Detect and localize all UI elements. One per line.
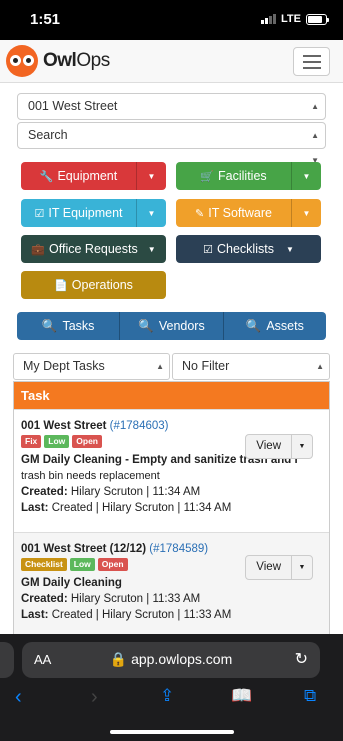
task-item[interactable]: 001 West Street (#1784603) Fix Low Open …: [14, 409, 329, 531]
it-software-dropdown-toggle[interactable]: ▼: [292, 199, 321, 227]
previous-tab-peek[interactable]: [0, 642, 14, 678]
task-item[interactable]: 001 West Street (12/12) (#1784589) Check…: [14, 532, 329, 640]
caret-down-icon: ▼: [298, 563, 306, 571]
caret-down-icon: ▼: [302, 208, 311, 218]
brand-name: OwlOps: [43, 50, 110, 71]
task-created: Created: Hilary Scruton | 11:34 AM: [21, 486, 201, 498]
it-equipment-dropdown-toggle[interactable]: ▼: [137, 199, 166, 227]
facilities-button-group: 🛒 Facilities ▼: [176, 162, 321, 190]
view-button-group: View ▼: [245, 555, 313, 580]
operations-button[interactable]: 📄 Operations: [21, 271, 166, 299]
wrench-icon: 🔧: [39, 170, 54, 183]
status-time: 1:51: [30, 11, 61, 28]
cellular-signal-icon: [261, 14, 277, 24]
equipment-button[interactable]: 🔧 Equipment: [21, 162, 137, 190]
it-equipment-button[interactable]: ☑ IT Equipment: [21, 199, 137, 227]
back-icon[interactable]: ‹: [15, 686, 22, 709]
view-button[interactable]: View: [246, 435, 292, 458]
priority-badge: Low: [44, 435, 70, 448]
task-last-activity: Last: Created | Hilary Scruton | 11:34 A…: [21, 502, 232, 514]
address-bar[interactable]: AA 🔒 app.owlops.com ↻: [22, 642, 320, 678]
it-software-button[interactable]: ✎ IT Software: [176, 199, 292, 227]
cart-icon: 🛒: [200, 170, 215, 183]
facilities-dropdown-toggle[interactable]: ▼: [292, 162, 321, 190]
share-icon[interactable]: ⇪: [160, 686, 174, 706]
battery-icon: [306, 13, 329, 25]
browser-chrome: AA 🔒 app.owlops.com ↻ ‹ › ⇪ 📖 ⧉: [0, 634, 343, 741]
search-icon: 🔍: [41, 318, 58, 333]
search-icon: 🔍: [245, 318, 262, 333]
hamburger-icon: [302, 54, 321, 57]
task-panel-heading: Task: [14, 382, 329, 409]
location-select[interactable]: 001 West Street ▲▼: [17, 93, 326, 136]
browser-toolbar: ‹ › ⇪ 📖 ⧉: [0, 686, 343, 716]
equipment-button-group: 🔧 Equipment ▼: [21, 162, 166, 190]
tab-tasks[interactable]: 🔍 Tasks: [17, 312, 121, 340]
caret-down-icon: ▼: [147, 244, 156, 254]
search-icon: 🔍: [138, 318, 154, 333]
checkbox-icon: ☑: [203, 243, 213, 256]
view-dropdown-toggle[interactable]: ▼: [292, 556, 312, 579]
task-number-link[interactable]: (#1784603): [110, 420, 169, 432]
checklists-button-group: ☑ Checklists ▼: [176, 235, 321, 263]
task-last-activity: Last: Created | Hilary Scruton | 11:33 A…: [21, 609, 232, 621]
task-created: Created: Hilary Scruton | 11:33 AM: [21, 593, 201, 605]
it-equipment-button-group: ☑ IT Equipment ▼: [21, 199, 166, 227]
department-filter-select[interactable]: My Dept Tasks ▲▼: [13, 353, 170, 396]
document-icon: 📄: [54, 279, 68, 292]
bookmarks-icon[interactable]: 📖: [231, 686, 252, 706]
caret-down-icon: ▼: [298, 442, 306, 450]
office-requests-button-group: 💼 Office Requests ▼: [21, 235, 166, 263]
view-dropdown-toggle[interactable]: ▼: [292, 435, 312, 458]
url-text: 🔒 app.owlops.com: [109, 651, 233, 667]
status-badge: Open: [97, 558, 128, 571]
task-panel: Task 001 West Street (#1784603) Fix Low …: [13, 381, 330, 641]
checkbox-icon: ☑: [34, 207, 45, 220]
type-badge: Checklist: [21, 558, 67, 571]
type-badge: Fix: [21, 435, 42, 448]
task-location: 001 West Street (#1784603): [21, 420, 169, 432]
forward-icon[interactable]: ›: [91, 686, 98, 709]
caret-down-icon: ▼: [147, 208, 156, 218]
pencil-icon: ✎: [195, 207, 205, 220]
office-requests-button[interactable]: 💼 Office Requests ▼: [21, 235, 166, 263]
tab-assets[interactable]: 🔍 Assets: [223, 312, 326, 340]
operations-button-group: 📄 Operations: [21, 271, 166, 299]
menu-toggle-button[interactable]: [293, 47, 330, 76]
view-button-group: View ▼: [245, 434, 313, 459]
search-select[interactable]: Search ▲ ▼: [17, 122, 326, 165]
task-number-link[interactable]: (#1784589): [149, 543, 208, 555]
tabs-icon[interactable]: ⧉: [304, 686, 316, 706]
status-indicators: LTE: [261, 13, 329, 25]
tab-vendors[interactable]: 🔍 Vendors: [120, 312, 224, 340]
caret-down-icon: ▼: [302, 171, 311, 181]
priority-badge: Low: [69, 558, 95, 571]
caret-down-icon: ▼: [147, 171, 156, 181]
view-tabs: 🔍 Tasks 🔍 Vendors 🔍 Assets: [17, 312, 326, 340]
it-software-button-group: ✎ IT Software ▼: [176, 199, 321, 227]
view-button[interactable]: View: [246, 556, 292, 579]
facilities-button[interactable]: 🛒 Facilities: [176, 162, 292, 190]
lock-icon: 🔒: [109, 651, 128, 667]
home-indicator: [110, 730, 234, 734]
owl-logo-icon: [6, 45, 38, 77]
briefcase-icon: 💼: [31, 243, 46, 256]
checklists-button[interactable]: ☑ Checklists ▼: [176, 235, 321, 263]
equipment-dropdown-toggle[interactable]: ▼: [137, 162, 166, 190]
task-description: trash bin needs replacement: [21, 470, 160, 482]
app-header: OwlOps: [0, 40, 343, 83]
status-filter-select[interactable]: No Filter ▲▼: [172, 353, 330, 396]
network-label: LTE: [281, 13, 301, 25]
owlops-logo[interactable]: OwlOps: [6, 45, 110, 77]
caret-down-icon: ▼: [285, 244, 294, 254]
status-bar: 1:51 LTE: [0, 0, 343, 40]
reload-icon[interactable]: ↻: [295, 649, 308, 669]
status-badge: Open: [72, 435, 103, 448]
